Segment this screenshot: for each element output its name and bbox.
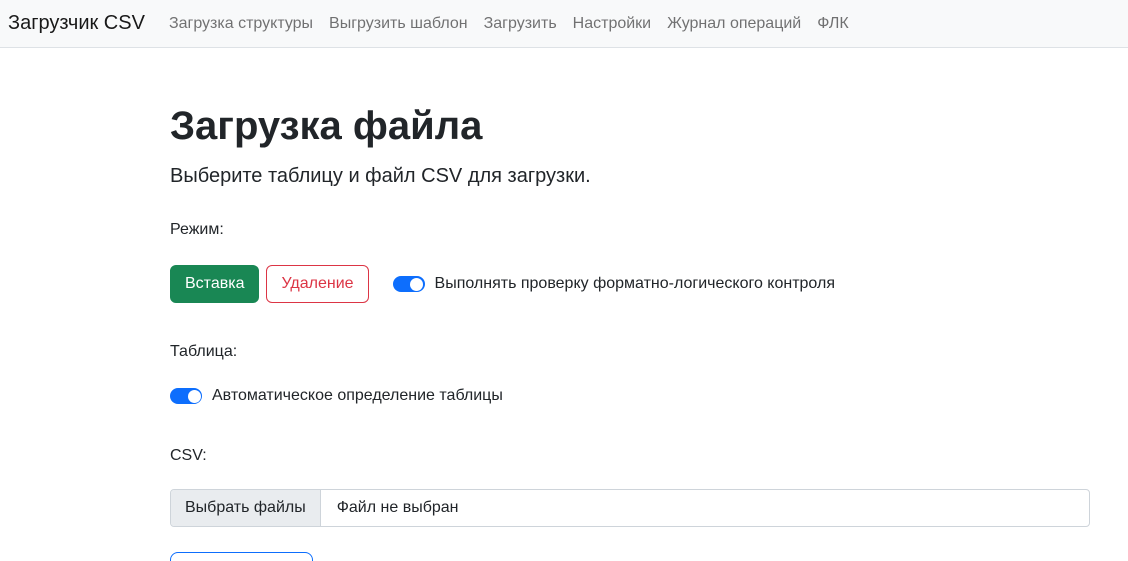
delete-mode-button[interactable]: Удаление: [266, 265, 369, 303]
csv-file-input[interactable]: Выбрать файлы Файл не выбран: [170, 489, 1090, 527]
file-status-text: Файл не выбран: [336, 499, 459, 516]
navbar-brand[interactable]: Загрузчик CSV: [8, 12, 145, 35]
upload-button[interactable]: Загрузить: [170, 552, 314, 561]
navbar-nav: Загрузка структуры Выгрузить шаблон Загр…: [161, 7, 857, 41]
nav-item-operations-log[interactable]: Журнал операций: [659, 7, 809, 41]
auto-table-toggle-group[interactable]: Автоматическое определение таблицы: [170, 384, 503, 408]
nav-item-export-template[interactable]: Выгрузить шаблон: [321, 7, 476, 41]
top-navbar: Загрузчик CSV Загрузка структуры Выгрузи…: [0, 0, 1128, 48]
flk-toggle-group[interactable]: Выполнять проверку форматно-логического …: [392, 272, 835, 296]
csv-label: CSV:: [170, 447, 207, 464]
nav-item-structure-upload[interactable]: Загрузка структуры: [161, 7, 321, 41]
auto-table-toggle-label: Автоматическое определение таблицы: [212, 387, 503, 404]
nav-item-upload[interactable]: Загрузить: [476, 7, 565, 41]
page-title: Загрузка файла: [170, 104, 483, 148]
main-content: Загрузка файла Выберите таблицу и файл C…: [0, 48, 1128, 561]
auto-table-toggle-switch[interactable]: [170, 388, 202, 404]
table-label: Таблица:: [170, 343, 238, 360]
mode-label: Режим:: [170, 221, 224, 238]
flk-toggle-label: Выполнять проверку форматно-логического …: [434, 275, 835, 292]
nav-item-settings[interactable]: Настройки: [565, 7, 659, 41]
choose-files-button[interactable]: Выбрать файлы: [171, 490, 321, 526]
insert-mode-button[interactable]: Вставка: [170, 265, 260, 303]
flk-toggle-switch[interactable]: [392, 276, 425, 292]
mode-controls-row: Вставка Удаление Выполнять проверку форм…: [170, 265, 1090, 303]
nav-item-flk[interactable]: ФЛК: [809, 7, 856, 41]
page-subtitle: Выберите таблицу и файл CSV для загрузки…: [170, 165, 591, 187]
